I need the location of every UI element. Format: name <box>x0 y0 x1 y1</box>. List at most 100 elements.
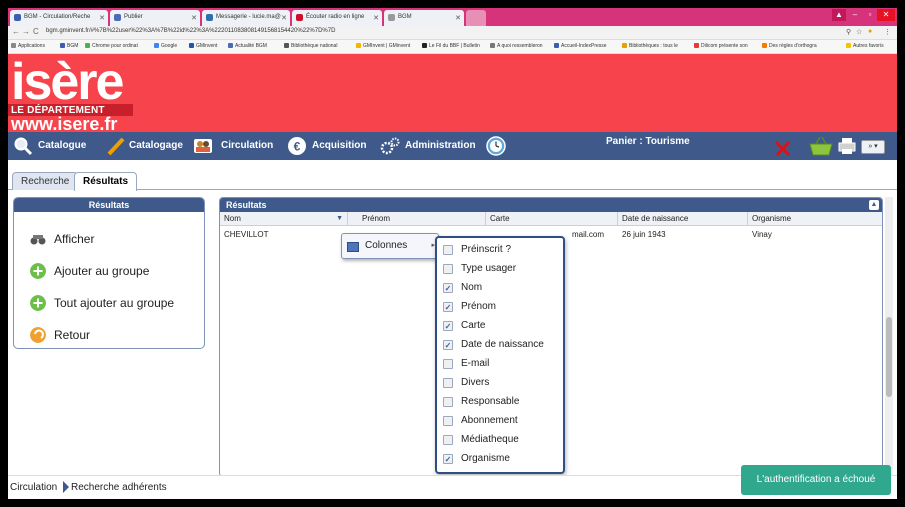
menu-administration[interactable]: Administration <box>405 138 476 156</box>
column-option-date-naissance[interactable]: ✓ Date de naissance <box>443 337 561 355</box>
new-tab-button[interactable] <box>466 10 486 26</box>
isere-logo[interactable]: isère <box>11 54 124 110</box>
column-dropdown-icon[interactable]: ▼ <box>336 212 343 226</box>
checkbox-checked[interactable]: ✓ <box>443 302 453 312</box>
auth-failed-toast[interactable]: L'authentification a échoué <box>741 465 891 495</box>
svg-text:€: € <box>294 140 301 154</box>
checkbox[interactable] <box>443 264 453 274</box>
tab-recherche[interactable]: Recherche <box>12 172 79 190</box>
pencil-icon <box>107 137 125 156</box>
menu-catalogage[interactable]: Catalogage <box>129 138 183 156</box>
bookmark-item[interactable]: Des règles d'orthogra <box>762 43 817 49</box>
column-option-mediatheque[interactable]: Médiatheque <box>443 432 561 450</box>
columns-menu-item[interactable]: Colonnes ▸ <box>341 233 439 259</box>
column-option-organisme[interactable]: ✓ Organisme <box>443 451 561 469</box>
column-header-date-naissance[interactable]: Date de naissance <box>618 212 748 226</box>
menu-catalogue[interactable]: Catalogue <box>38 138 86 156</box>
mail-favicon-icon <box>206 14 213 21</box>
minimize-icon[interactable]: – <box>848 9 862 21</box>
bookmark-item[interactable]: Chrome pour ordinat <box>85 43 138 49</box>
forward-icon[interactable]: → <box>22 27 30 36</box>
bookmark-item[interactable]: Bibliothèques : tous le <box>622 43 678 49</box>
reload-icon[interactable]: C <box>33 27 39 36</box>
browser-tab[interactable]: Écouter radio en ligne ✕ <box>292 10 382 26</box>
column-option-nom[interactable]: ✓ Nom <box>443 280 561 298</box>
star-icon[interactable]: ☆ <box>856 28 862 36</box>
close-tab-icon[interactable]: ✕ <box>191 14 197 22</box>
maximize-icon[interactable]: ▫ <box>863 9 877 21</box>
checkbox-checked[interactable]: ✓ <box>443 454 453 464</box>
bookmark-item[interactable]: Accueil-IndexPresse <box>554 43 607 49</box>
column-option-divers[interactable]: Divers <box>443 375 561 393</box>
scrollbar-thumb[interactable] <box>886 317 892 397</box>
column-option-email[interactable]: E-mail <box>443 356 561 374</box>
column-option-prenom[interactable]: ✓ Prénom <box>443 299 561 317</box>
bookmark-item[interactable]: Google <box>154 43 177 49</box>
menu-circulation[interactable]: Circulation <box>221 138 273 156</box>
column-option-abonnement[interactable]: Abonnement <box>443 413 561 431</box>
browser-tab[interactable]: BGM ✕ <box>384 10 464 26</box>
clock-icon[interactable] <box>486 136 506 156</box>
tab-resultats[interactable]: Résultats <box>74 172 138 191</box>
cell-nom: CHEVILLOT <box>224 230 269 239</box>
basket-icon[interactable] <box>808 135 834 157</box>
printer-icon[interactable] <box>837 136 857 156</box>
column-header-nom[interactable]: Nom ▼ <box>220 212 348 226</box>
browser-tab[interactable]: BGM - Circulation/Reche ✕ <box>10 10 108 26</box>
checkbox[interactable] <box>443 435 453 445</box>
browser-tab-strip: BGM - Circulation/Reche ✕ Publier ✕ Mess… <box>8 8 897 26</box>
plus-circle-icon <box>30 295 46 311</box>
checkbox-checked[interactable]: ✓ <box>443 283 453 293</box>
column-option-carte[interactable]: ✓ Carte <box>443 318 561 336</box>
bookmark-item[interactable]: BGM <box>60 43 78 49</box>
menu-dots-icon[interactable]: ⋮ <box>884 28 891 36</box>
cell-organisme: Vinay <box>752 230 772 239</box>
checkbox[interactable] <box>443 378 453 388</box>
bookmark-item[interactable]: Le Fil du BBF | Bulletin <box>422 43 480 49</box>
url-field[interactable]: bgm.gminvent.fr/#%7B%22user%22%3A%7B%22i… <box>46 28 335 34</box>
bookmark-item[interactable]: A quoi ressembleron <box>490 43 543 49</box>
column-header-prenom[interactable]: Prénom <box>358 212 486 226</box>
checkbox-checked[interactable]: ✓ <box>443 321 453 331</box>
bookmark-item[interactable]: GMInvent | GMinvent <box>356 43 410 49</box>
breadcrumb-chevron-icon <box>63 481 69 493</box>
actions-panel-title: Résultats <box>14 198 204 212</box>
bookmark-item[interactable]: Bibliothèque national <box>284 43 337 49</box>
bookmark-item[interactable]: GMinvent <box>189 43 217 49</box>
checkbox[interactable] <box>443 359 453 369</box>
menu-acquisition[interactable]: Acquisition <box>312 138 366 156</box>
collapse-icon[interactable]: ▲ <box>869 200 879 210</box>
cell-carte: mail.com <box>572 230 605 239</box>
close-tab-icon[interactable]: ✕ <box>99 14 105 22</box>
close-tab-icon[interactable]: ✕ <box>373 14 379 22</box>
delete-cross-icon[interactable] <box>773 138 793 158</box>
checkbox-checked[interactable]: ✓ <box>443 340 453 350</box>
browser-tab[interactable]: Messagerie - lucie.ma@ ✕ <box>202 10 290 26</box>
breadcrumb-circulation[interactable]: Circulation <box>10 482 57 493</box>
column-header-carte[interactable]: Carte <box>486 212 618 226</box>
close-tab-icon[interactable]: ✕ <box>281 14 287 22</box>
view-tabs: Recherche Résultats <box>8 168 897 191</box>
bookmark-item[interactable]: Actualité BGM <box>228 43 267 49</box>
checkbox[interactable] <box>443 416 453 426</box>
bookmark-item[interactable]: Dilicom présente son <box>694 43 748 49</box>
column-header-organisme[interactable]: Organisme <box>748 212 882 226</box>
bookmark-item[interactable]: Autres favoris <box>846 43 884 49</box>
checkbox[interactable] <box>443 397 453 407</box>
column-option-type-usager[interactable]: Type usager <box>443 261 561 279</box>
checkbox[interactable] <box>443 245 453 255</box>
close-tab-icon[interactable]: ✕ <box>455 14 461 22</box>
zoom-icon[interactable]: ⚲ <box>846 28 851 36</box>
results-scrollbar[interactable] <box>885 197 893 477</box>
close-window-icon[interactable]: ✕ <box>877 9 895 21</box>
bookmark-item[interactable]: Applications <box>11 43 45 49</box>
panier-label[interactable]: Panier : Tourisme <box>606 136 690 147</box>
column-option-responsable[interactable]: Responsable <box>443 394 561 412</box>
column-option-preinscrit[interactable]: Préinscrit ? <box>443 242 561 260</box>
more-menu-button[interactable]: » ▾ <box>861 140 885 154</box>
site-url-label[interactable]: www.isere.fr <box>11 115 117 133</box>
extension-icon[interactable]: ● <box>868 28 872 35</box>
browser-tab[interactable]: Publier ✕ <box>110 10 200 26</box>
back-icon[interactable]: ← <box>12 27 20 36</box>
user-icon[interactable]: ▲ <box>832 9 846 21</box>
